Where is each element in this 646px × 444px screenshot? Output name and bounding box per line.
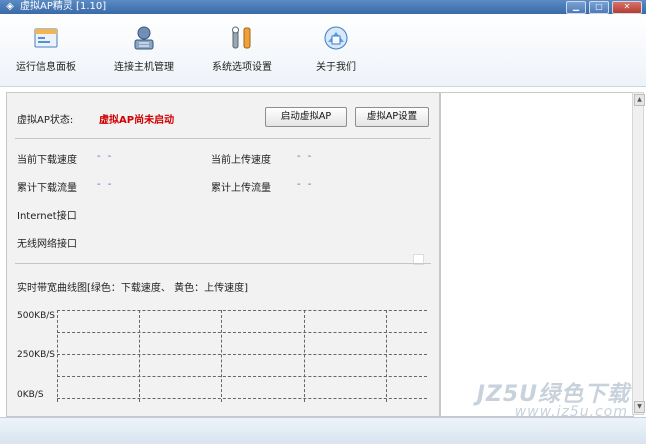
divider [15, 263, 431, 264]
wireless-interface-label: 无线网络接口 [17, 239, 77, 250]
vertical-scrollbar[interactable]: ▲ ▼ [632, 92, 645, 415]
toolbar-item-settings[interactable]: 系统选项设置 [202, 24, 282, 82]
ap-settings-button[interactable]: 虚拟AP设置 [355, 107, 429, 127]
grid-line [304, 310, 305, 402]
ap-status-value: 虚拟AP尚未启动 [99, 115, 175, 126]
grid-line [221, 310, 222, 402]
bandwidth-graph [57, 310, 427, 402]
download-speed-label: 当前下载速度 [17, 155, 77, 166]
status-bar [0, 417, 646, 444]
start-ap-button[interactable]: 启动虚拟AP [265, 107, 347, 127]
scroll-up-icon[interactable]: ▲ [634, 94, 645, 106]
toolbar-item-label: 关于我们 [316, 62, 356, 73]
upload-speed-label: 当前上传速度 [211, 155, 271, 166]
toolbar-item-label: 运行信息面板 [16, 62, 76, 73]
title-bar: ◈ 虚拟AP精灵 [1.10] ▁ □ ✕ [0, 0, 646, 14]
divider [15, 138, 431, 139]
grid-line [57, 354, 427, 355]
y-axis-label: 0KB/S [17, 390, 44, 400]
grid-line [386, 310, 387, 402]
grid-line [57, 398, 427, 399]
scroll-down-icon[interactable]: ▼ [634, 401, 645, 413]
total-upload-label: 累计上传流量 [211, 183, 271, 194]
close-button[interactable]: ✕ [612, 1, 642, 14]
y-axis-label: 500KB/S [17, 311, 55, 321]
maximize-button[interactable]: □ [589, 1, 609, 14]
toolbar-item-about[interactable]: 关于我们 [296, 24, 376, 82]
hosts-icon [134, 26, 154, 50]
total-download-value: - - [97, 179, 114, 190]
grid-line [57, 310, 58, 402]
upload-speed-value: - - [297, 151, 314, 162]
toolbar-item-label: 系统选项设置 [212, 62, 272, 73]
grid-line [57, 310, 427, 311]
ap-status-label: 虚拟AP状态: [17, 115, 74, 126]
about-icon [324, 26, 348, 50]
graph-title: 实时带宽曲线图[绿色：下载速度、 黄色：上传速度] [17, 283, 248, 294]
wifi-icon: ◈ [6, 1, 14, 12]
toolbar-item-dashboard[interactable]: 运行信息面板 [6, 24, 86, 82]
log-panel [440, 92, 634, 417]
settings-icon [232, 26, 251, 49]
total-download-label: 累计下载流量 [17, 183, 77, 194]
y-axis-label: 250KB/S [17, 350, 55, 360]
grid-line [139, 310, 140, 402]
toolbar: 运行信息面板 连接主机管理 系统选项设置 关于我们 [0, 14, 646, 87]
minimize-button[interactable]: ▁ [566, 1, 586, 14]
run-info-panel: 虚拟AP状态: 虚拟AP尚未启动 启动虚拟AP 虚拟AP设置 当前下载速度 - … [6, 92, 440, 417]
internet-interface-label: Internet接口 [17, 211, 77, 222]
toolbar-item-hosts[interactable]: 连接主机管理 [104, 24, 184, 82]
download-speed-value: - - [97, 151, 114, 162]
window-title: 虚拟AP精灵 [1.10] [20, 1, 107, 12]
grid-line [57, 376, 427, 377]
toolbar-item-label: 连接主机管理 [114, 62, 174, 73]
total-upload-value: - - [297, 179, 314, 190]
dashboard-icon [34, 28, 58, 48]
grid-line [57, 332, 427, 333]
